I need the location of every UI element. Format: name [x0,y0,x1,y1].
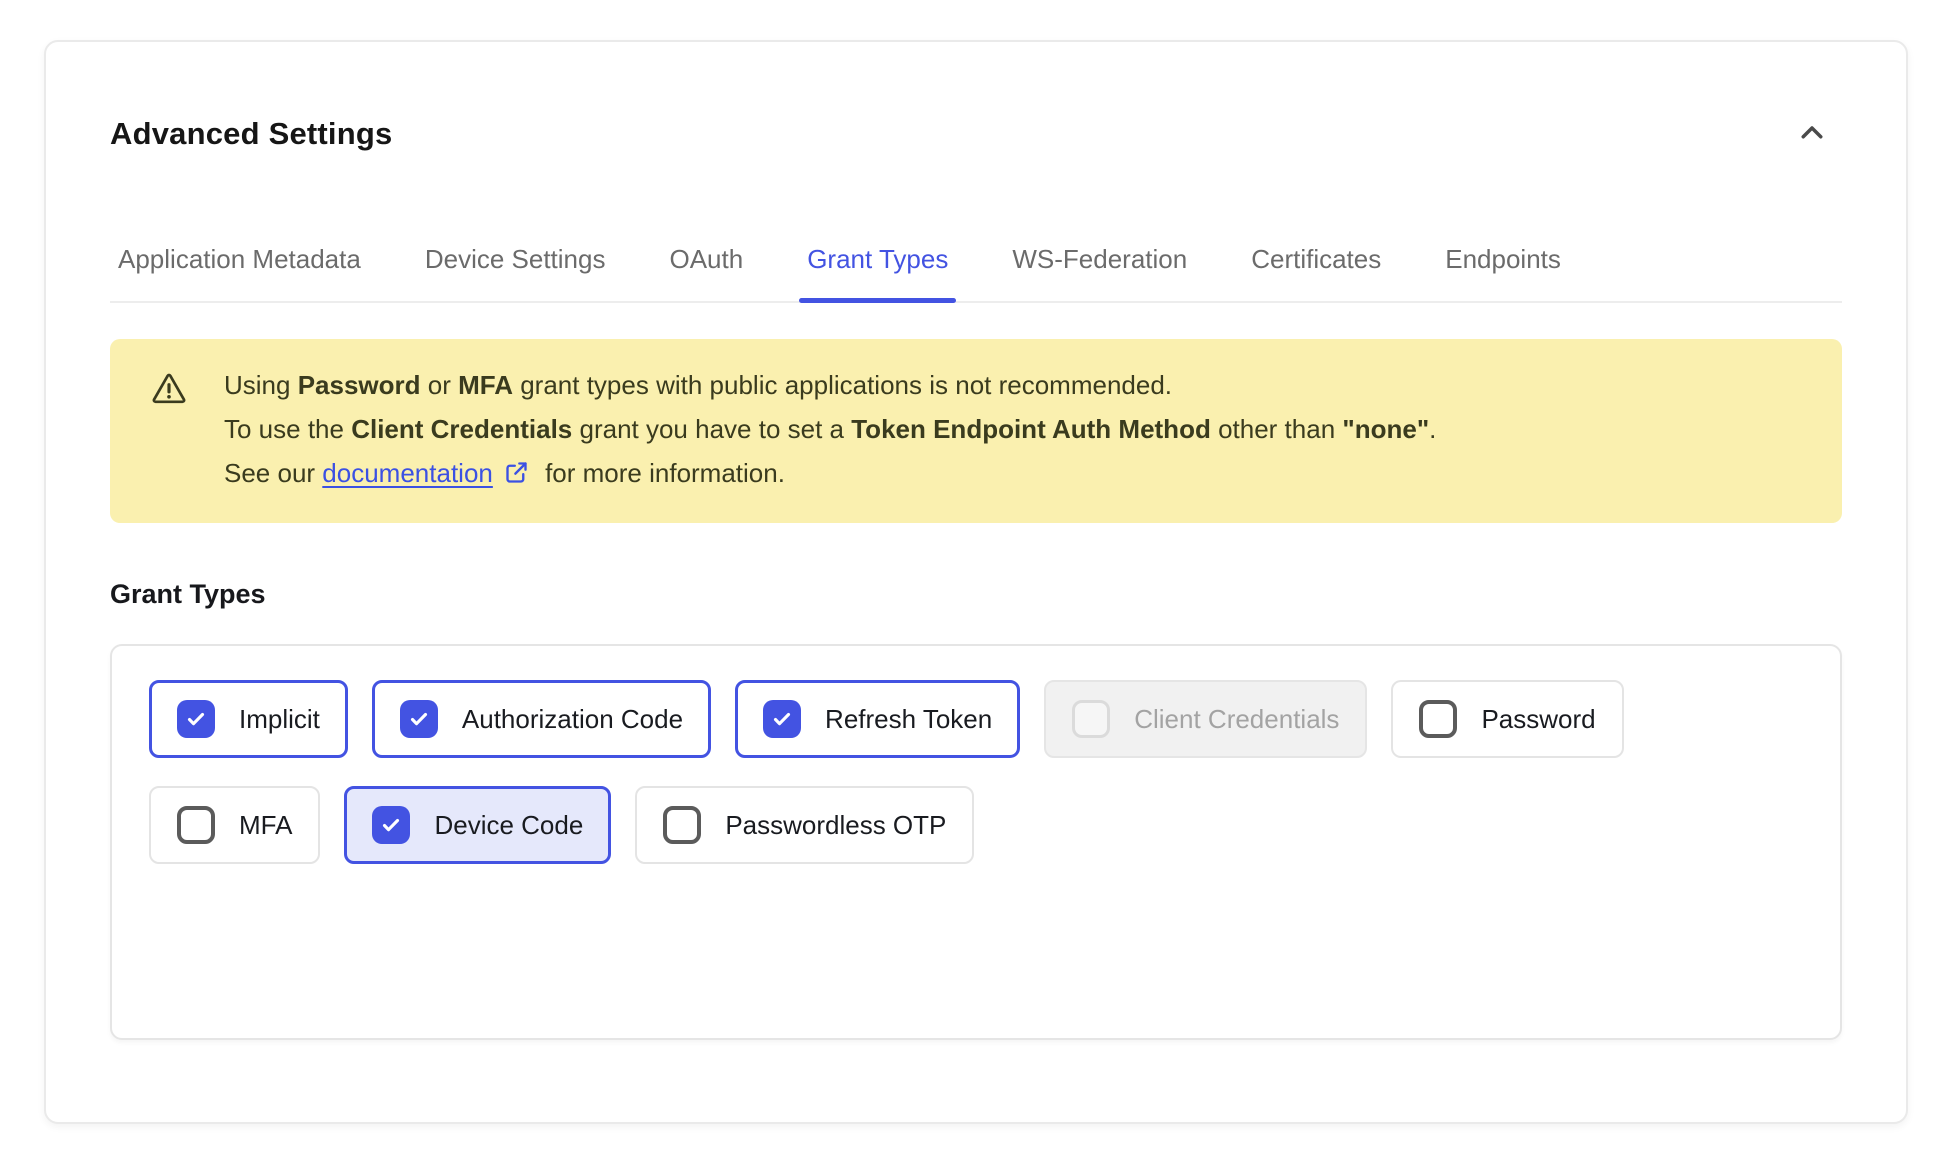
tab-oauth[interactable]: OAuth [661,244,751,301]
page-title: Advanced Settings [110,116,392,152]
text-segment: other than [1211,414,1343,444]
text-segment: grant types with public applications is … [513,370,1172,400]
checkbox-checked-icon[interactable] [763,700,801,738]
tab-application-metadata[interactable]: Application Metadata [110,244,369,301]
warning-triangle-icon [150,370,188,499]
tab-device-settings[interactable]: Device Settings [417,244,614,301]
grant-chip-device-code[interactable]: Device Code [344,786,611,864]
grant-chip-client-credentials: Client Credentials [1044,680,1367,758]
text-segment: or [421,370,459,400]
banner-line-2: To use the Client Credentials grant you … [224,407,1436,451]
grant-chip-label: Device Code [434,810,583,841]
checkbox-checked-icon[interactable] [177,700,215,738]
text-segment: grant you have to set a [572,414,851,444]
text-segment: Using [224,370,298,400]
text-segment: "none" [1342,414,1429,444]
checkbox-unchecked-icon[interactable] [663,806,701,844]
grant-chip-row: Implicit Authorization Code Refresh Token C… [149,680,1803,758]
external-link-icon [503,455,530,499]
checkbox-unchecked-icon[interactable] [1419,700,1457,738]
warning-banner: Using Password or MFA grant types with p… [110,339,1842,523]
text-segment: Password [298,370,421,400]
grant-chip-label: MFA [239,810,292,841]
grant-chip-password[interactable]: Password [1391,680,1623,758]
grant-chip-authorization-code[interactable]: Authorization Code [372,680,711,758]
grant-chip-passwordless-otp[interactable]: Passwordless OTP [635,786,974,864]
tab-certificates[interactable]: Certificates [1243,244,1389,301]
text-segment: Client Credentials [351,414,572,444]
text-segment: . [1429,414,1436,444]
grant-chip-refresh-token[interactable]: Refresh Token [735,680,1020,758]
text-segment: for more information. [538,458,785,488]
text-segment: Token Endpoint Auth Method [851,414,1211,444]
card-header: Advanced Settings [110,112,1842,156]
tab-ws-federation[interactable]: WS-Federation [1004,244,1195,301]
text-segment: To use the [224,414,351,444]
checkbox-checked-icon[interactable] [372,806,410,844]
tab-endpoints[interactable]: Endpoints [1437,244,1569,301]
grant-chip-label: Passwordless OTP [725,810,946,841]
warning-banner-text: Using Password or MFA grant types with p… [224,363,1436,499]
banner-line-3: See our documentation for more informati… [224,451,1436,499]
grant-chip-row: MFA Device Code Passwordless OTP [149,786,1803,864]
tab-bar: Application Metadata Device Settings OAuth… [110,244,1842,303]
chevron-up-icon [1797,118,1827,151]
advanced-settings-card: Advanced Settings Application Metadata De… [44,40,1908,1124]
text-segment: See our [224,458,322,488]
grant-types-heading: Grant Types [110,579,1842,610]
checkbox-unchecked-icon[interactable] [177,806,215,844]
grant-chip-label: Refresh Token [825,704,992,735]
grant-types-box: Implicit Authorization Code Refresh Token C… [110,644,1842,1040]
checkbox-unchecked-icon [1072,700,1110,738]
grant-chip-implicit[interactable]: Implicit [149,680,348,758]
checkbox-checked-icon[interactable] [400,700,438,738]
grant-chip-label: Client Credentials [1134,704,1339,735]
grant-chip-label: Password [1481,704,1595,735]
text-segment: MFA [458,370,513,400]
grant-chip-label: Authorization Code [462,704,683,735]
grant-chip-label: Implicit [239,704,320,735]
banner-line-1: Using Password or MFA grant types with p… [224,363,1436,407]
grant-chip-mfa[interactable]: MFA [149,786,320,864]
collapse-section-button[interactable] [1790,112,1834,156]
documentation-link[interactable]: documentation [322,458,493,488]
tab-grant-types[interactable]: Grant Types [799,244,956,301]
